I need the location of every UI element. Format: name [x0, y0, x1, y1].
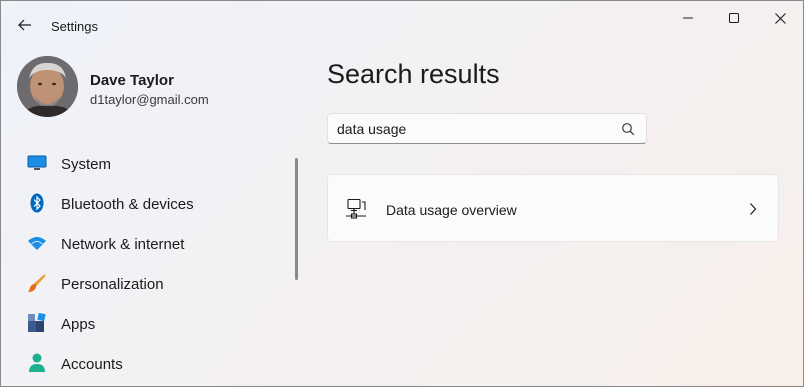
maximize-icon — [729, 13, 739, 23]
sidebar-item-label: Personalization — [61, 276, 164, 293]
sidebar-scrollbar[interactable] — [295, 158, 298, 280]
sidebar-item-label: Apps — [61, 316, 96, 333]
page-title: Search results — [327, 59, 500, 89]
search-input-value[interactable]: data usage — [337, 121, 406, 137]
search-result-item[interactable]: Data usage overview — [327, 174, 779, 242]
sidebar-item-label: Accounts — [61, 356, 123, 373]
network-pc-icon — [346, 198, 366, 219]
apps-icon — [27, 313, 47, 333]
user-name: Dave Taylor — [90, 72, 174, 89]
sidebar-item-system[interactable]: System — [15, 145, 285, 181]
close-button[interactable] — [757, 1, 803, 35]
chevron-right-icon — [750, 203, 757, 215]
brush-icon — [27, 273, 47, 293]
app-title: Settings — [51, 19, 98, 34]
person-icon — [27, 353, 47, 373]
wifi-icon — [27, 233, 47, 253]
sidebar-item-label: Bluetooth & devices — [61, 196, 194, 213]
sidebar-item-personalization[interactable]: Personalization — [15, 265, 285, 301]
sidebar-item-label: Network & internet — [61, 236, 185, 253]
sidebar-item-label: System — [61, 156, 112, 173]
back-arrow-icon — [18, 19, 31, 31]
sidebar-item-apps[interactable]: Apps — [15, 305, 285, 341]
minimize-icon — [683, 17, 693, 19]
sidebar-item-bluetooth[interactable]: Bluetooth & devices — [15, 185, 285, 221]
user-email: d1taylor@gmail.com — [90, 92, 209, 107]
close-icon — [774, 12, 786, 24]
avatar[interactable] — [17, 56, 78, 117]
maximize-button[interactable] — [711, 1, 757, 35]
sidebar-item-network[interactable]: Network & internet — [15, 225, 285, 261]
minimize-button[interactable] — [665, 1, 711, 35]
monitor-icon — [27, 153, 47, 173]
search-input[interactable]: data usage — [327, 113, 647, 144]
title-bar: Settings — [1, 1, 803, 49]
avatar-photo — [17, 56, 78, 117]
sidebar-item-accounts[interactable]: Accounts — [15, 345, 285, 381]
bluetooth-icon — [27, 193, 47, 213]
settings-window: Settings Dave Taylor d1taylor@gmail.com … — [0, 0, 804, 387]
search-icon[interactable] — [621, 122, 635, 136]
search-result-label: Data usage overview — [386, 202, 517, 218]
back-button[interactable] — [10, 11, 40, 39]
